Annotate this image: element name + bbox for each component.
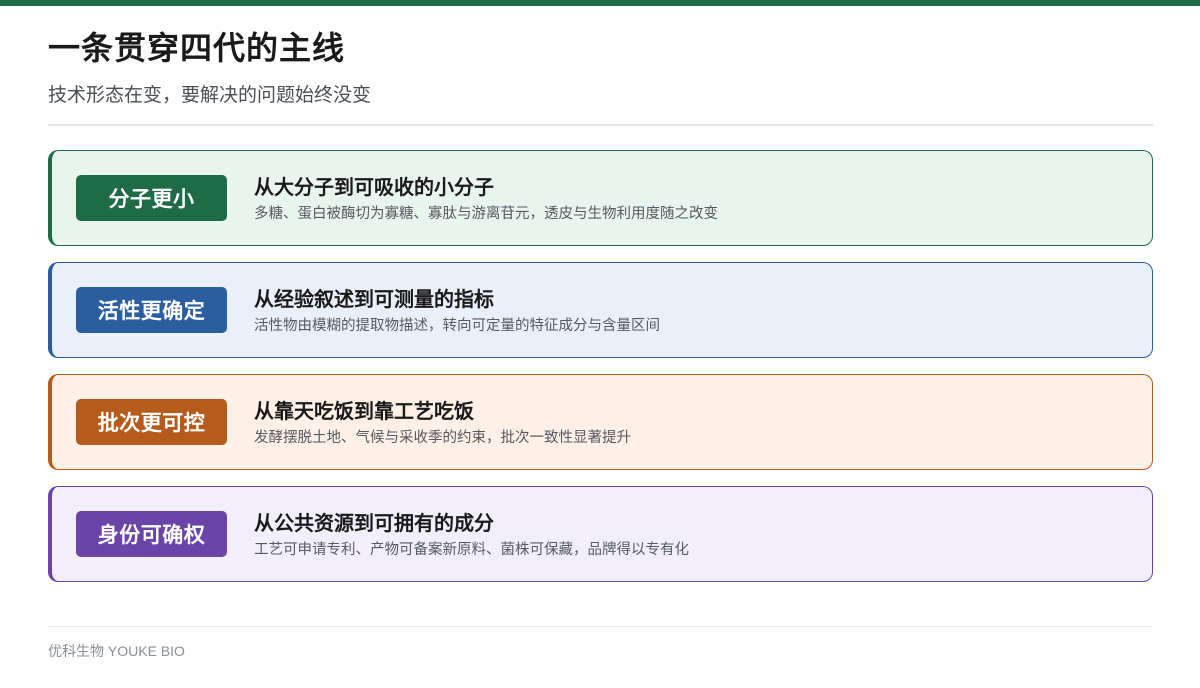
principle-description: 活性物由模糊的提取物描述，转向可定量的特征成分与含量区间 — [254, 318, 660, 334]
principle-description: 发酵摆脱土地、气候与采收季的约束，批次一致性显著提升 — [254, 430, 631, 446]
page-subtitle: 技术形态在变，要解决的问题始终没变 — [48, 84, 372, 106]
principle-list: 分子更小 从大分子到可吸收的小分子 多糖、蛋白被酶切为寡糖、寡肽与游离苷元，透皮… — [48, 150, 1153, 598]
principle-text: 从公共资源到可拥有的成分 工艺可申请专利、产物可备案新原料、菌株可保藏，品牌得以… — [254, 507, 1132, 561]
principle-badge: 分子更小 — [76, 175, 227, 221]
principle-heading: 从大分子到可吸收的小分子 — [254, 175, 494, 199]
principle-text: 从经验叙述到可测量的指标 活性物由模糊的提取物描述，转向可定量的特征成分与含量区… — [254, 283, 1132, 337]
principle-badge: 活性更确定 — [76, 287, 227, 333]
principle-heading: 从公共资源到可拥有的成分 — [254, 511, 494, 535]
principle-description: 工艺可申请专利、产物可备案新原料、菌株可保藏，品牌得以专有化 — [254, 542, 689, 558]
header-divider — [48, 124, 1153, 126]
page-title: 一条贯穿四代的主线 — [48, 29, 346, 67]
footer-divider — [48, 626, 1153, 627]
principle-badge: 批次更可控 — [76, 399, 227, 445]
top-accent-bar — [0, 0, 1200, 6]
principle-row-ownable-identity: 身份可确权 从公共资源到可拥有的成分 工艺可申请专利、产物可备案新原料、菌株可保… — [48, 486, 1153, 582]
principle-text: 从靠天吃饭到靠工艺吃饭 发酵摆脱土地、气候与采收季的约束，批次一致性显著提升 — [254, 395, 1132, 449]
principle-row-defined-activity: 活性更确定 从经验叙述到可测量的指标 活性物由模糊的提取物描述，转向可定量的特征… — [48, 262, 1153, 358]
principle-description: 多糖、蛋白被酶切为寡糖、寡肽与游离苷元，透皮与生物利用度随之改变 — [254, 206, 718, 222]
principle-text: 从大分子到可吸收的小分子 多糖、蛋白被酶切为寡糖、寡肽与游离苷元，透皮与生物利用… — [254, 171, 1132, 225]
principle-heading: 从靠天吃饭到靠工艺吃饭 — [254, 399, 474, 423]
principle-row-smaller-molecules: 分子更小 从大分子到可吸收的小分子 多糖、蛋白被酶切为寡糖、寡肽与游离苷元，透皮… — [48, 150, 1153, 246]
page-header: 一条贯穿四代的主线 技术形态在变，要解决的问题始终没变 — [48, 22, 1153, 112]
footer-brand: 优科生物 YOUKE BIO — [48, 643, 185, 659]
principle-row-batch-control: 批次更可控 从靠天吃饭到靠工艺吃饭 发酵摆脱土地、气候与采收季的约束，批次一致性… — [48, 374, 1153, 470]
principle-badge: 身份可确权 — [76, 511, 227, 557]
principle-heading: 从经验叙述到可测量的指标 — [254, 287, 494, 311]
